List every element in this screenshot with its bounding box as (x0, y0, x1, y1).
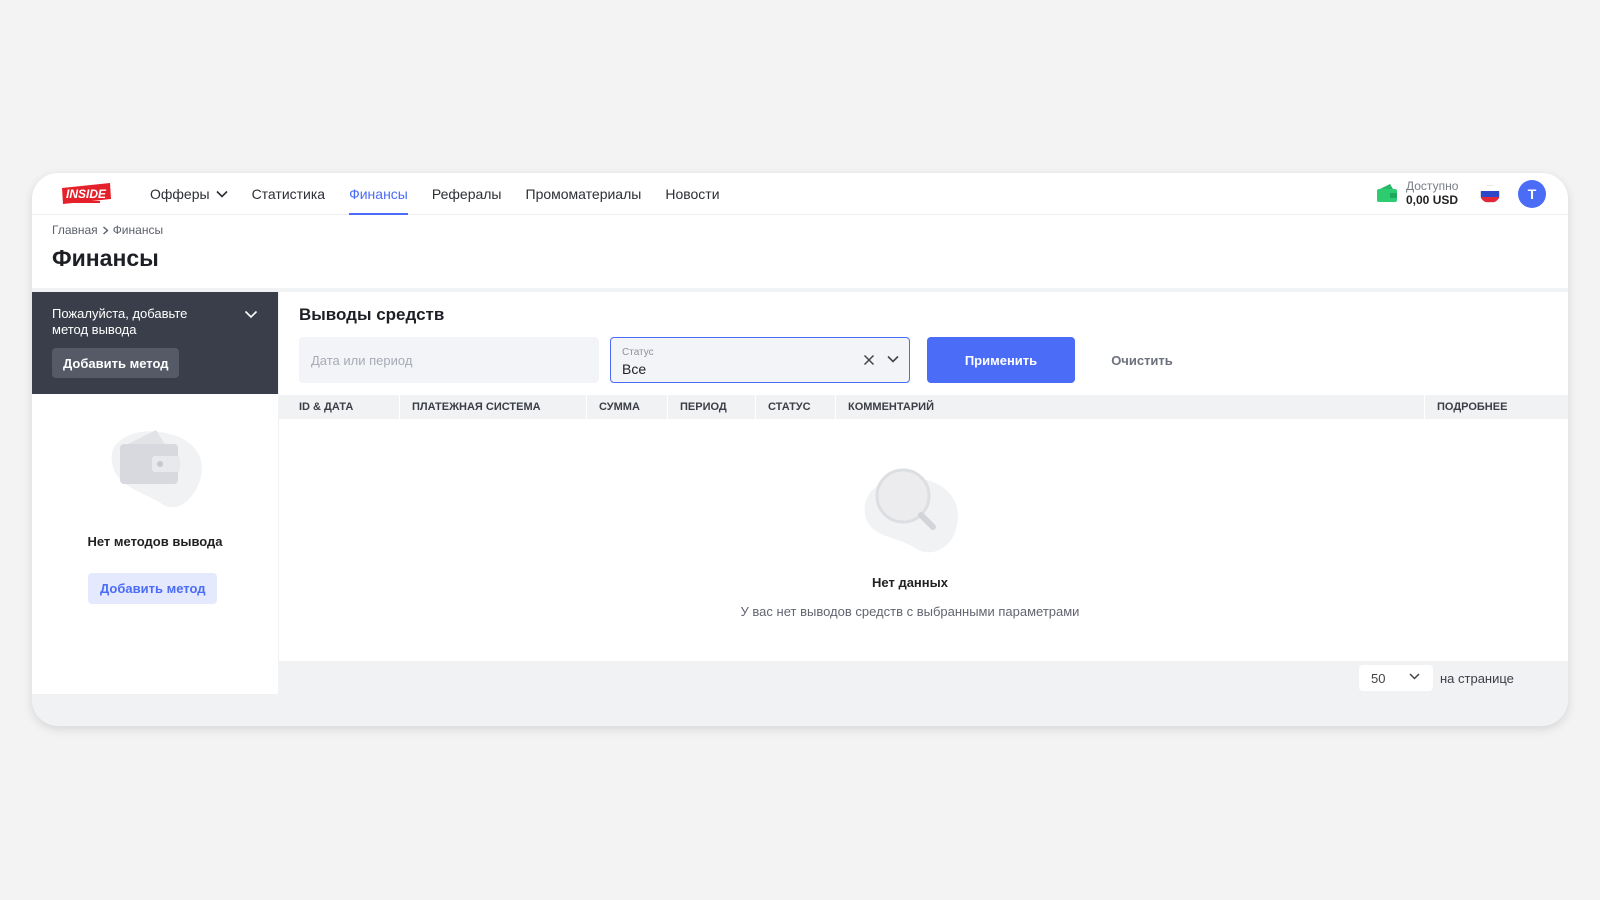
avatar-letter: T (1527, 186, 1537, 202)
empty-data-title: Нет данных (872, 575, 948, 590)
column-header-details[interactable]: ПОДРОБНЕЕ (1425, 395, 1568, 419)
main-nav: Офферы Статистика Финансы Рефералы Промо… (150, 173, 744, 215)
per-page-label: на странице (1440, 671, 1514, 686)
nav-promo-label: Промоматериалы (525, 186, 642, 202)
date-period-input[interactable] (299, 337, 599, 383)
column-header-amount[interactable]: СУММА (587, 395, 668, 419)
top-navbar: INSIDE Офферы Статистика Финансы Реферал… (32, 173, 1568, 215)
page-title: Финансы (52, 245, 159, 271)
withdrawals-section: Выводы средств Статус Все Применить Очис… (279, 292, 1568, 696)
status-select[interactable]: Статус Все (610, 337, 910, 383)
nav-promo[interactable]: Промоматериалы (526, 173, 642, 215)
column-header-period[interactable]: ПЕРИОД (668, 395, 756, 419)
add-method-button-secondary[interactable]: Добавить метод (88, 573, 218, 604)
column-header-status[interactable]: СТАТУС (756, 395, 836, 419)
inside-logo[interactable]: INSIDE (60, 182, 112, 206)
chevron-down-icon[interactable] (887, 355, 899, 363)
per-page-value: 50 (1371, 671, 1386, 686)
status-select-value: Все (622, 361, 647, 377)
magnifier-icon (864, 468, 958, 553)
logo-text: INSIDE (66, 187, 107, 201)
pagination-bar: 50 на странице (279, 661, 1568, 698)
nav-offers[interactable]: Офферы (150, 173, 228, 215)
column-header-comment[interactable]: КОММЕНТАРИЙ (836, 395, 1425, 419)
withdrawals-title: Выводы средств (299, 305, 445, 324)
nav-offers-label: Офферы (150, 186, 210, 202)
wallet-icon (1377, 184, 1397, 202)
nav-finance[interactable]: Финансы (349, 173, 408, 215)
clear-filter-button[interactable]: Очистить (1097, 337, 1187, 383)
russia-flag-icon[interactable] (1480, 185, 1500, 203)
balance-label: Доступно (1406, 179, 1459, 193)
chevron-right-icon (102, 225, 109, 235)
empty-data-subtitle: У вас нет выводов средств с выбранными п… (740, 604, 1080, 619)
nav-referrals[interactable]: Рефералы (432, 173, 502, 215)
table-header: ID & ДАТА ПЛАТЕЖНАЯ СИСТЕМА СУММА ПЕРИОД… (279, 395, 1568, 419)
chevron-down-icon (1409, 673, 1420, 680)
chevron-down-icon[interactable] (244, 310, 258, 319)
add-method-button[interactable]: Добавить метод (52, 348, 180, 378)
column-header-id-date[interactable]: ID & ДАТА (287, 395, 400, 419)
user-avatar[interactable]: T (1518, 180, 1546, 208)
nav-statistics-label: Статистика (251, 186, 326, 202)
empty-wallet-icon (111, 430, 202, 508)
page-header: Главная Финансы Финансы (32, 215, 1568, 288)
nav-finance-label: Финансы (349, 186, 408, 202)
payout-method-prompt: Пожалуйста, добавьте метод вывода (52, 306, 188, 337)
app-window: INSIDE Офферы Статистика Финансы Реферал… (32, 173, 1568, 726)
empty-methods-title: Нет методов вывода (87, 534, 223, 549)
close-icon[interactable] (863, 354, 875, 366)
breadcrumb-current: Финансы (112, 223, 164, 237)
payout-methods-empty: Нет методов вывода Добавить метод (32, 394, 278, 694)
per-page-select[interactable]: 50 (1359, 665, 1433, 691)
apply-filter-button[interactable]: Применить (927, 337, 1075, 383)
nav-news-label: Новости (665, 186, 720, 202)
nav-news[interactable]: Новости (665, 173, 719, 215)
chevron-down-icon (215, 190, 228, 198)
breadcrumb-home[interactable]: Главная (52, 223, 98, 237)
status-select-label: Статус (622, 347, 654, 358)
nav-referrals-label: Рефералы (431, 186, 502, 202)
breadcrumb: Главная Финансы (52, 223, 163, 237)
payout-method-panel: Пожалуйста, добавьте метод вывода Добави… (32, 292, 278, 394)
balance-value: 0,00 USD (1406, 193, 1459, 207)
column-header-payment-system[interactable]: ПЛАТЕЖНАЯ СИСТЕМА (400, 395, 587, 419)
nav-statistics[interactable]: Статистика (252, 173, 326, 215)
balance-widget[interactable]: Доступно 0,00 USD (1376, 179, 1458, 207)
